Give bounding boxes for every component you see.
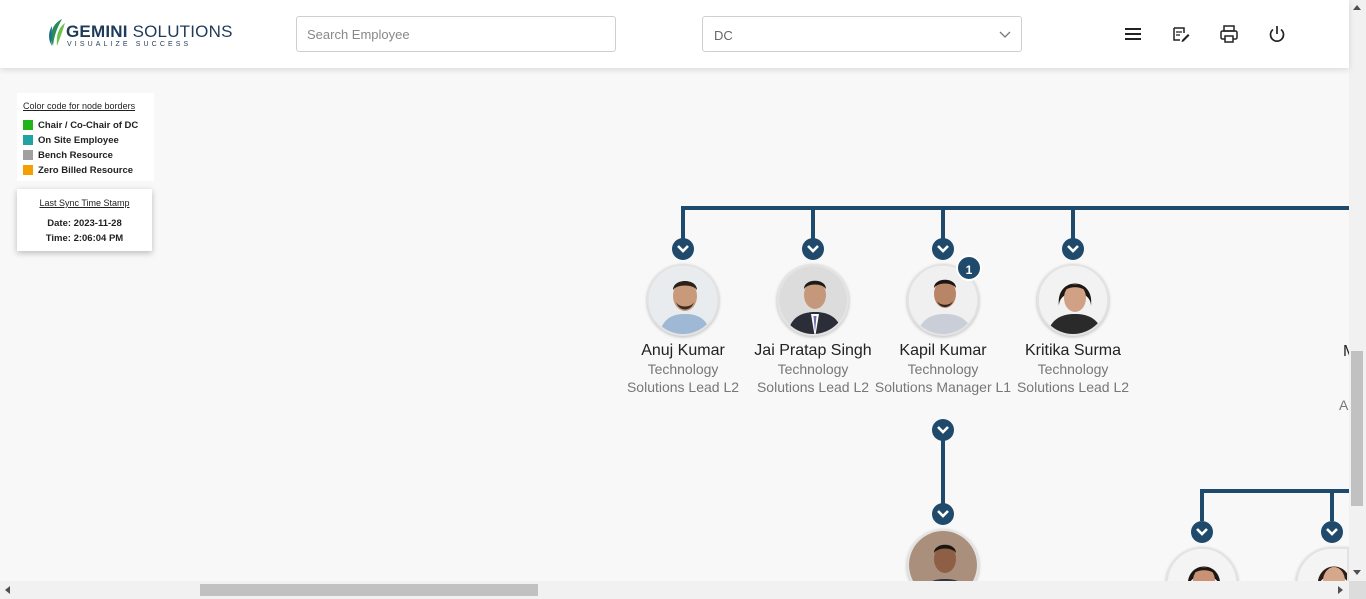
dc-select-value: DC: [714, 28, 733, 43]
employee-dept: Technology: [907, 361, 979, 377]
connector-line: [681, 206, 685, 240]
connector-line: [941, 206, 945, 240]
print-icon[interactable]: [1219, 24, 1239, 44]
app-header: GEMINI SOLUTIONS VISUALIZE SUCCESS DC: [0, 0, 1349, 68]
scroll-right-arrow-icon[interactable]: [1338, 586, 1343, 594]
expand-toggle[interactable]: [1191, 521, 1213, 543]
scroll-down-arrow-icon[interactable]: [1353, 570, 1361, 575]
chevron-down-icon: [1067, 245, 1079, 253]
employee-dept: Technology: [1037, 361, 1109, 377]
scroll-up-arrow-icon[interactable]: [1353, 5, 1361, 10]
expand-toggle[interactable]: [1321, 521, 1343, 543]
chevron-down-icon: [937, 245, 949, 253]
collapse-toggle[interactable]: [932, 419, 954, 441]
employee-dept: Technology: [647, 361, 719, 377]
connector-line: [1330, 489, 1334, 521]
chevron-down-icon: [937, 510, 949, 518]
employee-role: A: [1339, 397, 1349, 413]
chevron-down-icon: [937, 426, 949, 434]
vertical-scrollbar[interactable]: [1349, 0, 1366, 581]
expand-toggle[interactable]: [1062, 238, 1084, 260]
connector-line: [1200, 489, 1204, 521]
person-photo-icon: [649, 266, 717, 334]
scrollbar-corner: [1349, 581, 1366, 599]
dc-select[interactable]: DC: [702, 16, 1022, 52]
direct-report-count-badge: 1: [956, 255, 982, 281]
chevron-down-icon: [677, 245, 689, 253]
employee-avatar[interactable]: [647, 264, 719, 336]
employee-avatar[interactable]: [1037, 264, 1109, 336]
expand-toggle[interactable]: [932, 503, 954, 525]
person-photo-icon: [779, 266, 847, 334]
connector-line: [1200, 489, 1349, 493]
search-employee-input[interactable]: [296, 16, 616, 52]
employee-avatar[interactable]: [777, 264, 849, 336]
vertical-scroll-thumb[interactable]: [1351, 351, 1363, 506]
edit-note-icon[interactable]: [1171, 24, 1191, 44]
expand-toggle[interactable]: [672, 238, 694, 260]
employee-role: Solutions Manager L1: [874, 379, 1012, 395]
leaf-logo-icon: [49, 19, 65, 46]
employee-role: Solutions Lead L2: [626, 379, 740, 395]
horizontal-scrollbar[interactable]: [0, 581, 1349, 599]
expand-toggle[interactable]: [932, 238, 954, 260]
power-icon[interactable]: [1267, 24, 1287, 44]
menu-icon[interactable]: [1123, 24, 1143, 44]
horizontal-scroll-thumb[interactable]: [200, 584, 538, 596]
gemini-logo[interactable]: GEMINI SOLUTIONS VISUALIZE SUCCESS: [47, 18, 232, 52]
employee-name[interactable]: Jai Pratap Singh: [748, 342, 878, 360]
employee-name[interactable]: Kapil Kumar: [878, 342, 1008, 360]
chevron-down-icon: [1196, 528, 1208, 536]
expand-toggle[interactable]: [802, 238, 824, 260]
employee-role: Solutions Lead L2: [1016, 379, 1130, 395]
connector-line: [941, 440, 945, 506]
employee-dept: Technology: [777, 361, 849, 377]
connector-line: [681, 206, 1349, 210]
connector-line: [811, 206, 815, 240]
chevron-down-icon: [807, 245, 819, 253]
employee-name[interactable]: Anuj Kumar: [618, 342, 748, 360]
logo-tagline: VISUALIZE SUCCESS: [67, 41, 192, 48]
employee-name[interactable]: Kritika Surma: [1008, 342, 1138, 360]
chevron-down-icon: [1326, 528, 1338, 536]
person-photo-icon: [1039, 266, 1107, 334]
connector-line: [1071, 206, 1075, 240]
org-chart[interactable]: Anuj Kumar Technology Solutions Lead L2 …: [0, 68, 1356, 599]
chevron-down-icon: [999, 31, 1011, 38]
logo-text: GEMINI SOLUTIONS: [66, 22, 233, 41]
employee-role: Solutions Lead L2: [756, 379, 870, 395]
scroll-left-arrow-icon[interactable]: [5, 586, 10, 594]
